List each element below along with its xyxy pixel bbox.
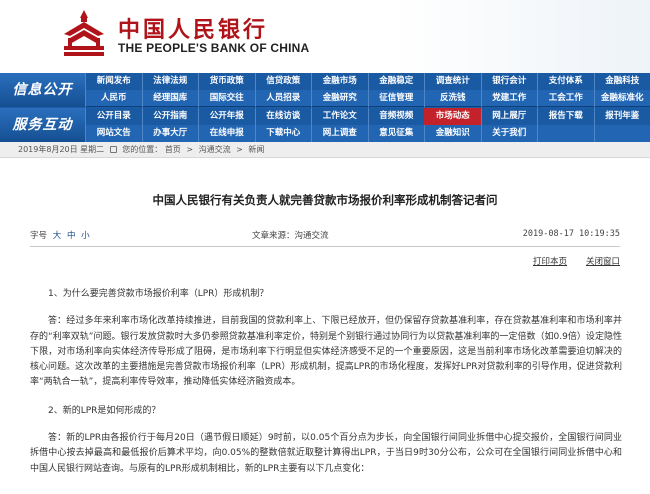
nav-item[interactable]: 反洗钱	[424, 90, 481, 107]
nav-section-info-disclosure[interactable]: 信息公开	[0, 73, 85, 107]
breadcrumb-home[interactable]: 首页	[165, 145, 181, 154]
site-header: 中国人民银行 THE PEOPLE'S BANK OF CHINA	[0, 0, 650, 73]
article-body: 1、为什么要完善贷款市场报价利率（LPR）形成机制？ 答：经过多年来利率市场化改…	[30, 287, 622, 490]
article-answer: 答：经过多年来利率市场化改革持续推进，目前我国的贷款利率上、下限已经放开，但仍保…	[30, 316, 622, 388]
nav-item[interactable]: 网上调查	[311, 125, 368, 142]
meta-divider	[30, 246, 620, 247]
home-icon	[109, 146, 117, 153]
nav-item[interactable]: 工会工作	[537, 90, 594, 107]
nav-item[interactable]: 调查统计	[424, 73, 481, 90]
article-meta: 字号 大 中 小 文章来源：沟通交流 2019-08-17 10:19:35	[30, 229, 620, 243]
font-size-label: 字号	[30, 231, 48, 241]
breadcrumb-separator: >	[236, 145, 243, 154]
font-size-selector: 字号 大 中 小	[30, 229, 90, 241]
nav-item[interactable]: 意见征集	[367, 125, 425, 142]
article-question: 1、为什么要完善贷款市场报价利率（LPR）形成机制？	[48, 289, 269, 299]
close-window-link[interactable]: 关闭窗口	[586, 255, 620, 267]
nav-grid: 新闻发布 法律法规 货币政策 信贷政策 金融市场 金融稳定 调查统计 银行会计 …	[85, 73, 650, 142]
print-page-link[interactable]: 打印本页	[533, 255, 567, 267]
article-source: 文章来源：沟通交流	[252, 231, 329, 241]
nav-row: 人民币 经理国库 国际交往 人员招录 金融研究 征信管理 反洗钱 党建工作 工会…	[85, 90, 650, 107]
nav-item[interactable]: 金融标准化	[593, 90, 650, 107]
nav-item-market-dynamics[interactable]: 市场动态	[424, 108, 481, 125]
nav-item[interactable]: 网上展厅	[480, 108, 538, 125]
nav-item[interactable]: 人员招录	[254, 90, 312, 107]
nav-section-service-interaction[interactable]: 服务互动	[0, 108, 85, 142]
breadcrumb-date: 2019年8月20日 星期二	[18, 145, 105, 154]
nav-item[interactable]: 征信管理	[367, 90, 425, 107]
nav-item[interactable]: 公开年报	[198, 108, 255, 125]
nav-item[interactable]: 在线访谈	[254, 108, 312, 125]
breadcrumb: 2019年8月20日 星期二 您的位置： 首页 > 沟通交流 > 新闻	[0, 142, 650, 158]
font-size-small[interactable]: 小	[81, 231, 90, 241]
nav-item[interactable]: 网站文告	[85, 125, 142, 142]
nav-item[interactable]: 金融科技	[593, 73, 650, 90]
nav-item[interactable]: 人民币	[85, 90, 142, 107]
nav-item[interactable]: 金融知识	[424, 125, 481, 142]
header-background	[390, 0, 650, 73]
nav-item[interactable]: 支付体系	[537, 73, 594, 90]
breadcrumb-section[interactable]: 沟通交流	[199, 145, 231, 154]
article-actions: 打印本页 关闭窗口	[30, 255, 620, 267]
nav-row: 公开目录 公开指南 公开年报 在线访谈 工作论文 音频视频 市场动态 网上展厅 …	[85, 108, 650, 125]
nav-item[interactable]: 关于我们	[480, 125, 538, 142]
nav-row: 新闻发布 法律法规 货币政策 信贷政策 金融市场 金融稳定 调查统计 银行会计 …	[85, 73, 650, 90]
article-date: 2019-08-17 10:19:35	[522, 229, 620, 239]
nav-item[interactable]: 新闻发布	[85, 73, 142, 90]
nav-item	[537, 125, 594, 142]
brand-name-cn[interactable]: 中国人民银行	[118, 12, 268, 44]
nav-item	[593, 125, 650, 142]
nav-item[interactable]: 办事大厅	[141, 125, 199, 142]
nav-row: 网站文告 办事大厅 在线申报 下载中心 网上调查 意见征集 金融知识 关于我们	[85, 125, 650, 142]
nav-item[interactable]: 国际交往	[198, 90, 255, 107]
pboc-emblem-icon[interactable]	[60, 8, 108, 58]
nav-item[interactable]: 金融研究	[311, 90, 368, 107]
nav-item[interactable]: 公开指南	[141, 108, 199, 125]
breadcrumb-location-label: 您的位置：	[122, 145, 163, 154]
nav-item[interactable]: 报刊年鉴	[593, 108, 650, 125]
nav-item[interactable]: 音频视频	[367, 108, 425, 125]
main-navigation: 信息公开 服务互动 新闻发布 法律法规 货币政策 信贷政策 金融市场 金融稳定 …	[0, 73, 650, 142]
nav-item[interactable]: 货币政策	[198, 73, 255, 90]
nav-item[interactable]: 党建工作	[480, 90, 538, 107]
nav-item[interactable]: 银行会计	[480, 73, 538, 90]
nav-item[interactable]: 工作论文	[311, 108, 368, 125]
font-size-medium[interactable]: 中	[67, 231, 76, 241]
font-size-large[interactable]: 大	[53, 231, 62, 241]
breadcrumb-page[interactable]: 新闻	[248, 145, 264, 154]
nav-item[interactable]: 信贷政策	[254, 73, 312, 90]
nav-item[interactable]: 公开目录	[85, 108, 142, 125]
nav-item[interactable]: 报告下载	[537, 108, 594, 125]
nav-item[interactable]: 下载中心	[254, 125, 312, 142]
article-title: 中国人民银行有关负责人就完善贷款市场报价利率形成机制答记者问	[152, 193, 498, 207]
article-answer: 答：新的LPR由各报价行于每月20日（遇节假日顺延）9时前，以0.05个百分点为…	[30, 433, 622, 474]
nav-item[interactable]: 在线申报	[198, 125, 255, 142]
article-question: 2、新的LPR是如何形成的？	[48, 405, 161, 416]
nav-item[interactable]: 法律法规	[141, 73, 199, 90]
brand-name-en[interactable]: THE PEOPLE'S BANK OF CHINA	[118, 41, 309, 55]
breadcrumb-separator: >	[186, 145, 194, 154]
nav-item[interactable]: 金融市场	[311, 73, 368, 90]
nav-item[interactable]: 经理国库	[141, 90, 199, 107]
nav-item[interactable]: 金融稳定	[367, 73, 425, 90]
